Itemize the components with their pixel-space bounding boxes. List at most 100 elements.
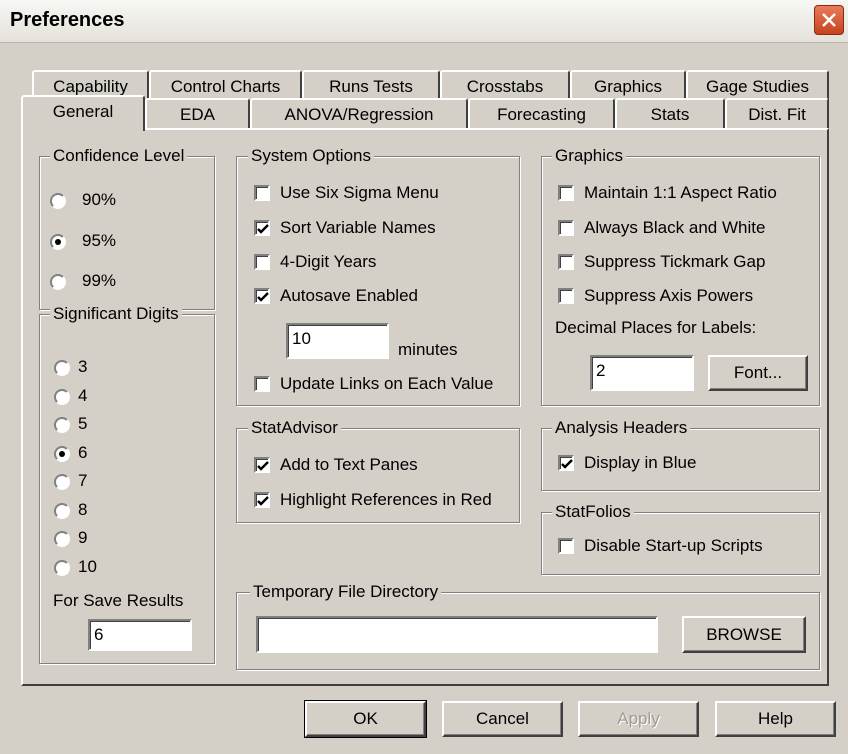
- tab-label: Crosstabs: [466, 77, 544, 96]
- check-icon: [257, 496, 269, 506]
- statfolios-title: StatFolios: [552, 502, 634, 522]
- tab-stats[interactable]: Stats: [615, 98, 725, 130]
- tab-label: Control Charts: [170, 77, 281, 96]
- apply-button[interactable]: Apply: [578, 701, 699, 737]
- radio-button[interactable]: [54, 417, 70, 433]
- close-button[interactable]: [814, 5, 844, 35]
- temp-dir-input[interactable]: [256, 616, 658, 653]
- radio-label: 10: [78, 556, 97, 576]
- tab-forecasting[interactable]: Forecasting: [468, 98, 615, 130]
- checkbox-box[interactable]: [558, 455, 574, 471]
- tab-anova-regression[interactable]: ANOVA/Regression: [250, 98, 468, 130]
- checkbox-box[interactable]: [254, 220, 270, 236]
- checkbox-label: Maintain 1:1 Aspect Ratio: [584, 183, 777, 202]
- radio-button-selected[interactable]: [50, 234, 66, 250]
- radio-button[interactable]: [54, 445, 70, 462]
- checkbox-box[interactable]: [254, 185, 270, 201]
- check-icon: [257, 292, 269, 302]
- checkbox-box[interactable]: [558, 538, 574, 554]
- close-icon: [822, 13, 836, 27]
- radio-label: 90%: [82, 190, 117, 209]
- checkbox-label: 4-Digit Years: [280, 252, 377, 271]
- tab-dist-fit[interactable]: Dist. Fit: [725, 98, 829, 130]
- preferences-dialog: Preferences Capability Control Charts Ru…: [0, 0, 848, 754]
- checkbox-box[interactable]: [254, 457, 270, 473]
- checkbox-label: Update Links on Each Value: [280, 374, 494, 393]
- temp-dir-title: Temporary File Directory: [250, 582, 442, 602]
- radio-label: 8: [78, 499, 88, 519]
- tab-label: Dist. Fit: [748, 105, 806, 124]
- confidence-level-group: [39, 156, 215, 310]
- radio-label: 99%: [82, 271, 117, 290]
- radio-button[interactable]: [54, 559, 70, 576]
- check-icon: [257, 224, 269, 234]
- cancel-button[interactable]: Cancel: [442, 701, 563, 737]
- checkbox-label: Display in Blue: [584, 453, 697, 472]
- check-icon: [561, 459, 573, 469]
- checkbox-box[interactable]: [254, 492, 270, 508]
- graphics-title: Graphics: [552, 146, 627, 166]
- tab-general[interactable]: General: [21, 95, 145, 131]
- radio-button[interactable]: [54, 388, 70, 405]
- tab-label: Runs Tests: [329, 77, 413, 96]
- system-options-title: System Options: [248, 146, 374, 166]
- radio-label: 7: [78, 471, 88, 490]
- checkbox-box[interactable]: [254, 288, 270, 304]
- radio-dot-icon: [55, 239, 61, 245]
- title-bar[interactable]: Preferences: [0, 0, 848, 43]
- tab-label: Gage Studies: [705, 77, 809, 96]
- radio-dot-icon: [59, 450, 65, 457]
- radio-button[interactable]: [54, 360, 70, 376]
- radio-label: 6: [78, 442, 88, 462]
- checkbox-box[interactable]: [558, 185, 574, 201]
- check-icon: [257, 461, 269, 471]
- checkbox-label: Disable Start-up Scripts: [584, 536, 763, 555]
- radio-label: 95%: [82, 231, 117, 250]
- tab-label: General: [52, 102, 114, 121]
- checkbox-label: Use Six Sigma Menu: [280, 183, 439, 202]
- checkbox-box[interactable]: [558, 220, 574, 236]
- tab-label: Forecasting: [497, 105, 586, 124]
- checkbox-box[interactable]: [558, 254, 574, 270]
- radio-button[interactable]: [54, 474, 70, 490]
- significant-digits-title: Significant Digits: [50, 304, 182, 324]
- save-results-input[interactable]: 6: [88, 619, 192, 651]
- tab-label: EDA: [180, 105, 215, 124]
- decimal-places-input[interactable]: 2: [590, 355, 694, 391]
- checkbox-label: Suppress Axis Powers: [584, 286, 754, 305]
- tab-label: Stats: [650, 105, 690, 124]
- radio-label: 5: [78, 414, 88, 433]
- font-button[interactable]: Font...: [708, 355, 808, 391]
- checkbox-label: Highlight References in Red: [280, 490, 492, 509]
- decimal-places-label: Decimal Places for Labels:: [555, 318, 757, 337]
- radio-button[interactable]: [50, 193, 66, 209]
- checkbox-label: Autosave Enabled: [280, 286, 418, 305]
- for-save-results-label: For Save Results: [53, 591, 184, 610]
- checkbox-box[interactable]: [254, 376, 270, 392]
- autosave-minutes-input[interactable]: 10: [286, 323, 389, 359]
- confidence-level-title: Confidence Level: [50, 146, 188, 166]
- help-button[interactable]: Help: [715, 701, 836, 737]
- checkbox-box[interactable]: [254, 254, 270, 270]
- checkbox-label: Add to Text Panes: [280, 455, 418, 474]
- window-title: Preferences: [10, 9, 125, 31]
- tab-label: ANOVA/Regression: [284, 105, 434, 124]
- checkbox-box[interactable]: [558, 288, 574, 304]
- radio-label: 3: [78, 357, 88, 376]
- checkbox-label: Sort Variable Names: [280, 218, 436, 237]
- radio-button[interactable]: [50, 274, 66, 290]
- tab-eda[interactable]: EDA: [145, 98, 250, 130]
- radio-button[interactable]: [54, 502, 70, 519]
- ok-button[interactable]: OK: [304, 700, 427, 738]
- radio-button[interactable]: [54, 531, 70, 547]
- analysis-headers-title: Analysis Headers: [552, 418, 691, 438]
- radio-label: 4: [78, 385, 88, 405]
- checkbox-label: Suppress Tickmark Gap: [584, 252, 766, 271]
- checkbox-label: Always Black and White: [584, 218, 766, 237]
- radio-label: 9: [78, 528, 88, 547]
- statadvisor-title: StatAdvisor: [248, 418, 341, 438]
- tab-label: Graphics: [593, 77, 663, 96]
- minutes-label: minutes: [398, 340, 458, 359]
- tab-label: Capability: [53, 77, 128, 96]
- browse-button[interactable]: BROWSE: [682, 616, 806, 653]
